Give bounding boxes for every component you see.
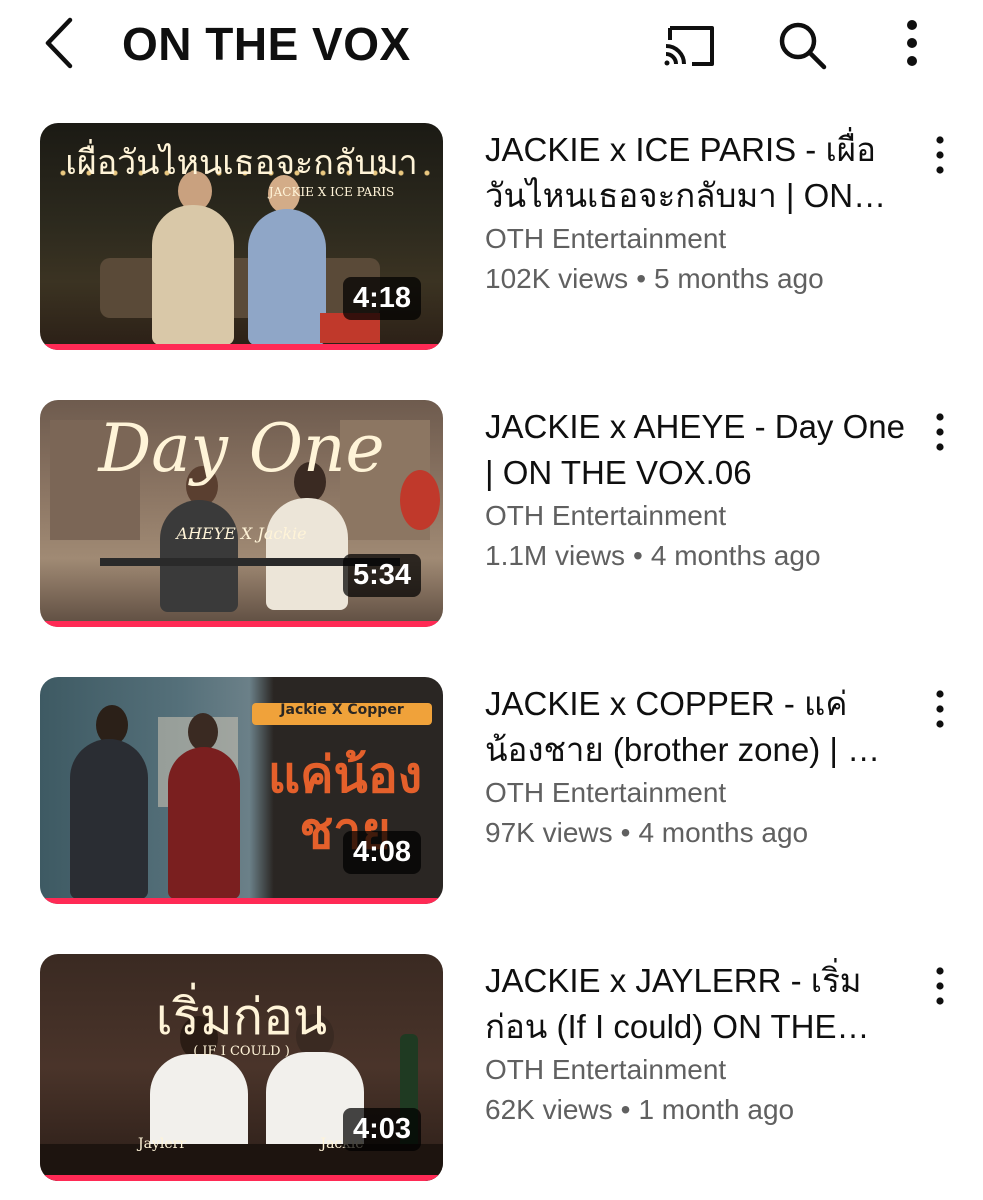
video-menu-button[interactable]	[924, 685, 956, 733]
thumbnail-subtitle-text: ( IF I COULD )	[193, 1044, 290, 1059]
duration-badge: 4:18	[342, 277, 421, 320]
back-icon	[45, 17, 73, 69]
separator-dot: •	[636, 263, 646, 294]
upload-age: 5 months ago	[654, 263, 824, 294]
thumbnail-title-text: Day One	[98, 410, 385, 487]
duration-badge: 4:03	[342, 1108, 421, 1151]
video-meta: 97K views • 4 months ago	[485, 811, 905, 855]
channel-name[interactable]: OTH Entertainment	[485, 221, 905, 257]
video-meta: 62K views • 1 month ago	[485, 1088, 905, 1132]
watch-progress-bar	[40, 898, 443, 904]
watch-progress-bar	[40, 344, 443, 350]
back-button[interactable]	[38, 14, 82, 72]
more-vert-icon	[907, 20, 917, 66]
video-menu-button[interactable]	[924, 408, 956, 456]
thumbnail-subtitle-text: JACKIE X ICE PARIS	[268, 185, 395, 199]
separator-dot: •	[620, 817, 631, 848]
upload-age: 4 months ago	[638, 817, 809, 848]
separator-dot: •	[633, 540, 643, 571]
video-item[interactable]: เผื่อวันไหนเธอจะกลับมา JACKIE X ICE PARI…	[0, 123, 983, 353]
channel-name[interactable]: OTH Entertainment	[485, 1052, 905, 1088]
separator-dot: •	[620, 1094, 631, 1125]
video-item[interactable]: Jackie X Copper แค่น้องชาย 4:08 JACKIE x…	[0, 677, 983, 907]
watch-progress-bar	[40, 1175, 443, 1181]
duration-badge: 4:08	[342, 831, 421, 874]
more-vert-icon	[936, 690, 944, 728]
channel-name[interactable]: OTH Entertainment	[485, 498, 905, 534]
video-meta: 1.1M views • 4 months ago	[485, 534, 905, 578]
upload-age: 4 months ago	[650, 540, 821, 571]
cast-icon	[664, 26, 714, 66]
more-vert-icon	[936, 413, 944, 451]
thumbnail-subtitle-text: Jackie X Copper	[280, 702, 404, 718]
video-thumbnail[interactable]: เริ่มก่อน ( IF I COULD ) Jaylerr Jackie …	[40, 954, 443, 1181]
cast-button[interactable]	[658, 14, 718, 74]
top-app-bar: ON THE VOX	[0, 0, 983, 90]
video-details: JACKIE x COPPER - แค่น้องชาย (brother zo…	[485, 681, 905, 855]
video-menu-button[interactable]	[924, 131, 956, 179]
video-thumbnail[interactable]: Day One AHEYE X Jackie 5:34	[40, 400, 443, 627]
view-count: 1.1M views	[485, 540, 626, 571]
video-details: JACKIE x AHEYE - Day One | ON THE VOX.06…	[485, 404, 905, 578]
more-vert-icon	[936, 136, 944, 174]
watch-progress-bar	[40, 621, 443, 627]
page-title: ON THE VOX	[122, 18, 411, 70]
view-count: 97K views	[485, 817, 613, 848]
thumbnail-title-text: เผื่อวันไหนเธอจะกลับมา	[65, 143, 418, 183]
upload-age: 1 month ago	[638, 1094, 795, 1125]
video-menu-button[interactable]	[924, 962, 956, 1010]
view-count: 102K views	[485, 263, 629, 294]
video-meta: 102K views • 5 months ago	[485, 257, 905, 301]
video-details: JACKIE x JAYLERR - เริ่มก่อน (If I could…	[485, 958, 905, 1132]
video-item[interactable]: เริ่มก่อน ( IF I COULD ) Jaylerr Jackie …	[0, 954, 983, 1184]
channel-name[interactable]: OTH Entertainment	[485, 775, 905, 811]
more-vert-icon	[936, 967, 944, 1005]
thumbnail-name-left: Jaylerr	[137, 1136, 186, 1152]
video-title[interactable]: JACKIE x ICE PARIS - เผื่อวันไหนเธอจะกลั…	[485, 127, 905, 219]
more-options-button[interactable]	[882, 14, 942, 74]
video-thumbnail[interactable]: Jackie X Copper แค่น้องชาย 4:08	[40, 677, 443, 904]
video-title[interactable]: JACKIE x AHEYE - Day One | ON THE VOX.06	[485, 404, 905, 496]
view-count: 62K views	[485, 1094, 613, 1125]
video-item[interactable]: Day One AHEYE X Jackie 5:34 JACKIE x AHE…	[0, 400, 983, 630]
video-title[interactable]: JACKIE x COPPER - แค่น้องชาย (brother zo…	[485, 681, 905, 773]
video-title[interactable]: JACKIE x JAYLERR - เริ่มก่อน (If I could…	[485, 958, 905, 1050]
video-thumbnail[interactable]: เผื่อวันไหนเธอจะกลับมา JACKIE X ICE PARI…	[40, 123, 443, 350]
thumbnail-subtitle-text: AHEYE X Jackie	[176, 524, 307, 543]
duration-badge: 5:34	[342, 554, 421, 597]
video-details: JACKIE x ICE PARIS - เผื่อวันไหนเธอจะกลั…	[485, 127, 905, 301]
search-button[interactable]	[772, 14, 832, 74]
search-icon	[779, 22, 827, 70]
